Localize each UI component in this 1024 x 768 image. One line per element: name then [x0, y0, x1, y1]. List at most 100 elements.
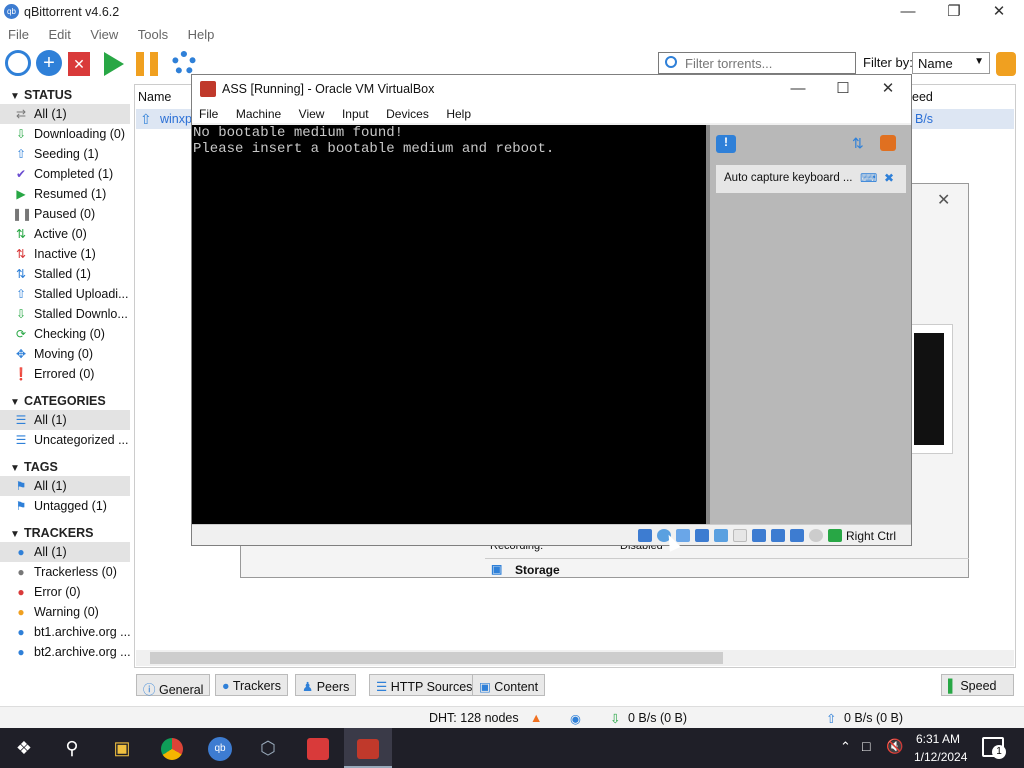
volume-muted-icon[interactable]: 🔇 [886, 738, 903, 755]
menu-help[interactable]: Help [180, 24, 223, 42]
status-item-stalled[interactable]: ⇅ Stalled (1) [0, 264, 130, 284]
vbox-menu-machine[interactable]: Machine [229, 103, 288, 121]
tracker-item-bt2[interactable]: ● bt2.archive.org ... [0, 642, 130, 662]
scrollbar-thumb[interactable] [150, 652, 723, 664]
menu-file[interactable]: File [0, 24, 37, 42]
clock-date[interactable]: 1/12/2024 [914, 750, 967, 764]
status-item-all[interactable]: ⇄ All (1) [0, 104, 130, 124]
tracker-item-error[interactable]: ● Error (0) [0, 582, 130, 602]
tab-trackers[interactable]: ● Trackers [215, 674, 288, 696]
filter-torrents-input[interactable]: Filter torrents... [658, 52, 856, 74]
vm-running-icon[interactable] [344, 728, 392, 768]
usb-icon[interactable] [714, 529, 728, 542]
tracker-item-trackerless[interactable]: ● Trackerless (0) [0, 562, 130, 582]
tab-peers[interactable]: ♟ Peers [295, 674, 357, 696]
resume-icon[interactable] [104, 52, 124, 76]
vbox-minimize-button[interactable]: — [775, 77, 821, 101]
status-item-completed[interactable]: ✔ Completed (1) [0, 164, 130, 184]
tracker-item-bt1[interactable]: ● bt1.archive.org ... [0, 622, 130, 642]
network-tray-icon[interactable]: □ [862, 738, 870, 754]
close-icon[interactable]: ✕ [937, 190, 950, 210]
chrome-icon[interactable] [148, 728, 196, 768]
vbox-close-button[interactable]: ✕ [865, 77, 911, 101]
status-item-paused[interactable]: ❚❚ Paused (0) [0, 204, 130, 224]
storage-section[interactable]: ▣ Storage [485, 558, 969, 578]
close-icon[interactable]: ✖ [884, 171, 894, 185]
minimize-button[interactable]: — [885, 0, 931, 24]
menu-tools[interactable]: Tools [130, 24, 176, 42]
vbox-menu-input[interactable]: Input [335, 103, 376, 121]
status-item-active[interactable]: ⇅ Active (0) [0, 224, 130, 244]
trackers-section-header[interactable]: ▼ TRACKERS [0, 522, 130, 542]
speed-limit-icon[interactable]: ◉ [570, 711, 581, 726]
status-section-header[interactable]: ▼ STATUS [0, 84, 130, 104]
status-item-checking[interactable]: ⟳ Checking (0) [0, 324, 130, 344]
torrent-speed: B/s [915, 112, 934, 126]
tags-section-header[interactable]: ▼ TAGS [0, 456, 130, 476]
add-link-icon[interactable] [5, 50, 31, 76]
options-gear-icon[interactable] [172, 51, 196, 75]
mouse-integration-icon[interactable] [809, 529, 823, 542]
category-item-all[interactable]: ☰ All (1) [0, 410, 130, 430]
chevron-down-icon: ▼ [10, 91, 20, 102]
shared-folders-icon[interactable] [733, 529, 747, 542]
status-item-seeding[interactable]: ⇧ Seeding (1) [0, 144, 130, 164]
status-item-inactive[interactable]: ⇅ Inactive (1) [0, 244, 130, 264]
sort-icon[interactable]: ⇅ [852, 135, 864, 152]
tracker-item-warning[interactable]: ● Warning (0) [0, 602, 130, 622]
column-header-name[interactable]: Name [138, 90, 171, 104]
add-torrent-icon[interactable]: + [36, 50, 62, 76]
start-button[interactable]: ❖ [0, 728, 48, 768]
keyboard-capture-icon[interactable] [828, 529, 842, 542]
pause-icon[interactable] [136, 52, 158, 76]
menu-edit[interactable]: Edit [40, 24, 78, 42]
status-item-errored[interactable]: ❗ Errored (0) [0, 364, 130, 384]
table-row-speed-cell[interactable]: B/s [912, 109, 1014, 129]
virtualbox-icon[interactable]: ⬡ [244, 728, 292, 768]
vbox-menu-devices[interactable]: Devices [379, 103, 436, 121]
menu-view[interactable]: View [82, 24, 126, 42]
notification-card[interactable]: Auto capture keyboard ... ⌨ ✖ [716, 165, 906, 193]
status-item-stalled-uploading[interactable]: ⇧ Stalled Uploadi... [0, 284, 130, 304]
vbox-menu-file[interactable]: File [192, 103, 225, 121]
file-explorer-icon[interactable]: ▣ [98, 728, 146, 768]
chevron-down-icon: ▼ [10, 397, 20, 408]
delete-icon[interactable]: ✕ [68, 52, 90, 76]
clear-all-icon[interactable] [880, 135, 896, 151]
column-header-speed[interactable]: eed [912, 90, 933, 104]
video-capture-icon[interactable] [771, 529, 785, 542]
status-item-resumed[interactable]: ▶ Resumed (1) [0, 184, 130, 204]
speed-button[interactable]: ▌ Speed [941, 674, 1014, 696]
clock-time[interactable]: 6:31 AM [916, 732, 960, 746]
keyboard-icon[interactable]: ⌨ [860, 171, 877, 185]
vm-display[interactable]: No bootable medium found! Please insert a… [192, 125, 706, 524]
tab-content[interactable]: ▣ Content [472, 674, 546, 696]
notification-icon[interactable]: ! [716, 135, 736, 153]
maximize-button[interactable]: ❐ [931, 0, 977, 24]
status-item-downloading[interactable]: ⇩ Downloading (0) [0, 124, 130, 144]
close-button[interactable]: ✕ [976, 0, 1022, 24]
hard-disk-icon[interactable] [638, 529, 652, 542]
vbox-maximize-button[interactable]: ☐ [820, 77, 866, 101]
cpu-icon[interactable] [790, 529, 804, 542]
tag-item-untagged[interactable]: ⚑ Untagged (1) [0, 496, 130, 516]
display-icon[interactable] [752, 529, 766, 542]
lock-icon[interactable] [996, 52, 1016, 76]
status-item-moving[interactable]: ✥ Moving (0) [0, 344, 130, 364]
category-item-uncategorized[interactable]: ☰ Uncategorized ... [0, 430, 130, 450]
filter-by-select[interactable]: Name ▼ [912, 52, 990, 74]
show-hidden-icons-icon[interactable]: ⌃ [840, 739, 851, 755]
tab-general[interactable]: ⓘ General [136, 674, 211, 697]
tag-item-all[interactable]: ⚑ All (1) [0, 476, 130, 496]
network-icon[interactable] [695, 529, 709, 542]
anydesk-icon[interactable] [294, 728, 342, 768]
tracker-item-all[interactable]: ● All (1) [0, 542, 130, 562]
tracker-label: Warning (0) [34, 605, 99, 619]
categories-section-header[interactable]: ▼ CATEGORIES [0, 390, 130, 410]
qbittorrent-icon[interactable]: qb [196, 728, 244, 768]
status-item-stalled-downloading[interactable]: ⇩ Stalled Downlo... [0, 304, 130, 324]
tab-http-sources[interactable]: ☰ HTTP Sources [369, 674, 480, 696]
search-icon[interactable]: ⚲ [48, 728, 96, 768]
vbox-menu-help[interactable]: Help [439, 103, 478, 121]
vbox-menu-view[interactable]: View [292, 103, 332, 121]
